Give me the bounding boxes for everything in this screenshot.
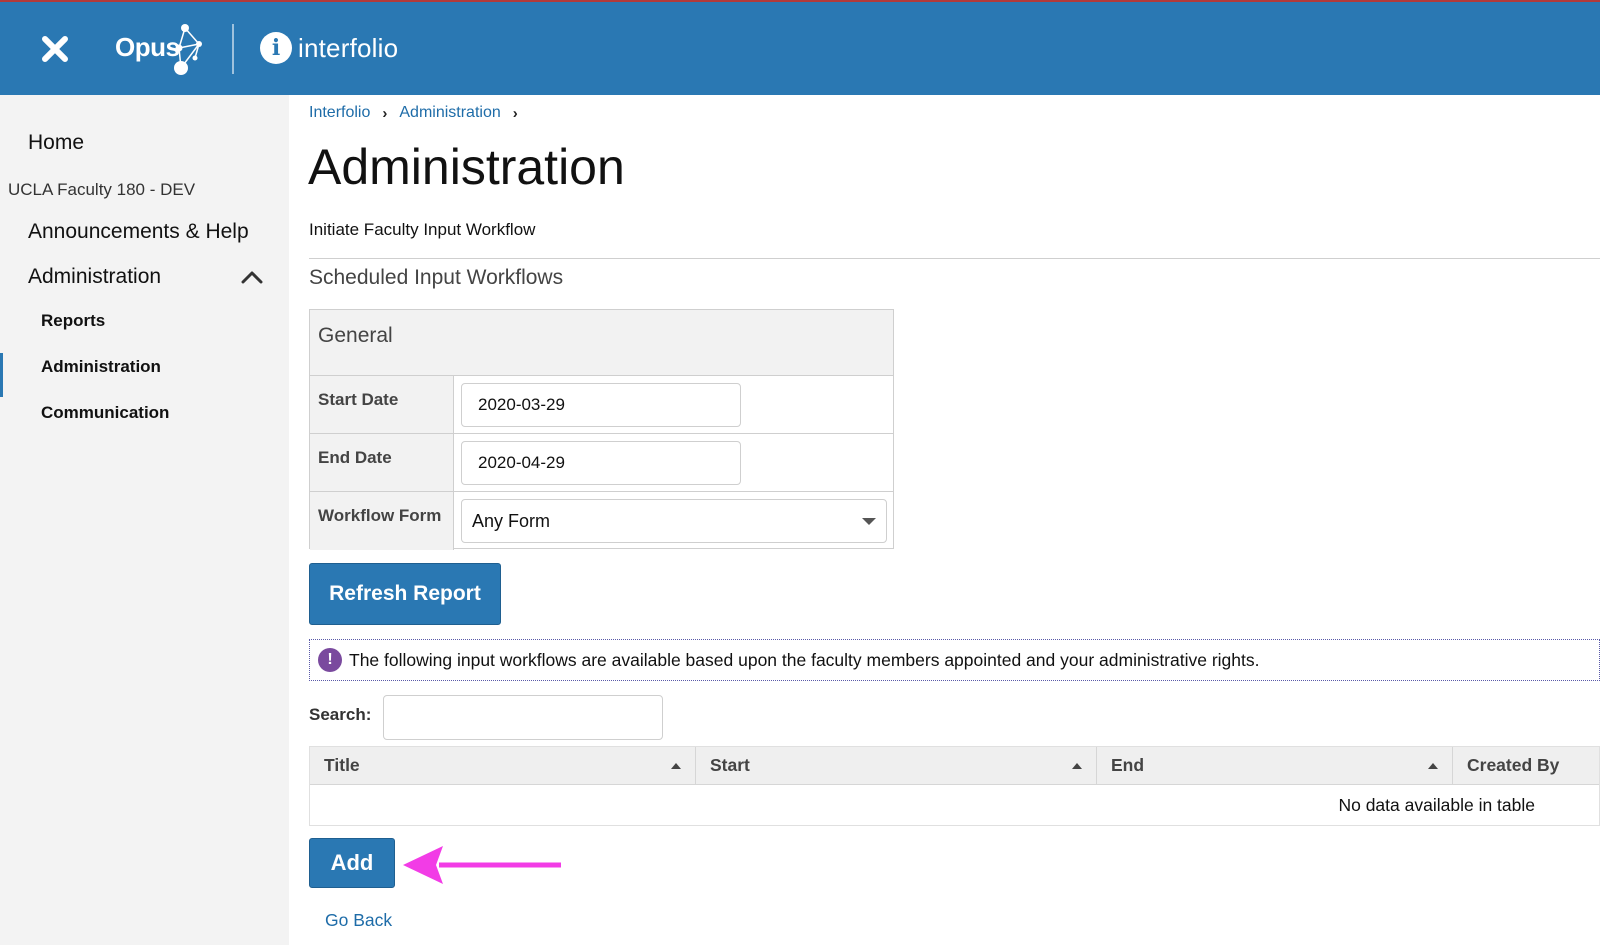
chevron-right-icon: › bbox=[512, 104, 518, 122]
chevron-up-icon[interactable] bbox=[240, 267, 264, 287]
workflow-form-label: Workflow Form bbox=[310, 492, 454, 550]
interfolio-brand-text: interfolio bbox=[298, 32, 399, 63]
exclamation-icon: ! bbox=[318, 648, 342, 672]
annotation-arrow-icon bbox=[403, 846, 561, 884]
filter-panel-header: General bbox=[310, 310, 893, 376]
opus-logo[interactable]: Opus bbox=[115, 20, 205, 78]
notice-text: The following input workflows are availa… bbox=[349, 650, 1260, 670]
end-date-label: End Date bbox=[310, 434, 454, 491]
go-back-link[interactable]: Go Back bbox=[325, 910, 392, 931]
page-title: Administration bbox=[308, 139, 625, 195]
header-divider bbox=[232, 24, 234, 74]
column-start-label: Start bbox=[710, 755, 750, 775]
column-title-label: Title bbox=[324, 755, 360, 775]
breadcrumb-administration[interactable]: Administration bbox=[399, 104, 500, 122]
refresh-report-button[interactable]: Refresh Report bbox=[309, 563, 501, 625]
chevron-right-icon: › bbox=[382, 104, 388, 122]
sidebar-subitem-communication[interactable]: Communication bbox=[41, 403, 169, 423]
divider bbox=[309, 258, 1600, 259]
info-notice: ! The following input workflows are avai… bbox=[309, 639, 1600, 681]
column-header-title[interactable]: Title bbox=[310, 747, 696, 785]
breadcrumb-interfolio[interactable]: Interfolio bbox=[309, 104, 370, 122]
sidebar: Home UCLA Faculty 180 - DEV Announcement… bbox=[0, 95, 289, 945]
end-date-row: End Date bbox=[310, 434, 893, 492]
end-date-input[interactable] bbox=[461, 441, 741, 485]
active-indicator bbox=[0, 353, 3, 397]
column-header-end[interactable]: End bbox=[1097, 747, 1453, 785]
filter-panel: General Start Date End Date Workflow For… bbox=[309, 309, 894, 550]
sidebar-item-administration[interactable]: Administration bbox=[28, 265, 268, 289]
table-empty-message: No data available in table bbox=[1338, 795, 1535, 815]
caret-down-icon bbox=[862, 518, 876, 525]
sort-asc-icon bbox=[1072, 763, 1082, 769]
workflow-form-selected: Any Form bbox=[472, 511, 551, 531]
start-date-row: Start Date bbox=[310, 376, 893, 434]
start-date-label: Start Date bbox=[310, 376, 454, 433]
column-created-by-label: Created By bbox=[1467, 755, 1560, 775]
section-title: Scheduled Input Workflows bbox=[309, 266, 564, 289]
search-label: Search: bbox=[309, 705, 372, 724]
opus-brand-text: Opus bbox=[115, 32, 180, 62]
info-icon: i bbox=[260, 32, 292, 64]
workflow-form-select[interactable]: Any Form bbox=[461, 499, 887, 543]
sidebar-subitem-administration[interactable]: Administration bbox=[41, 357, 161, 377]
workflows-table: Title Start End Created By No data avail… bbox=[309, 746, 1600, 826]
initiate-workflow-link[interactable]: Initiate Faculty Input Workflow bbox=[309, 220, 535, 240]
start-date-input[interactable] bbox=[461, 383, 741, 427]
filter-panel-title: General bbox=[318, 324, 393, 347]
close-icon[interactable] bbox=[36, 30, 74, 68]
breadcrumb: Interfolio › Administration › bbox=[309, 104, 530, 122]
workflow-form-row: Workflow Form Any Form bbox=[310, 492, 893, 550]
sidebar-subitem-reports[interactable]: Reports bbox=[41, 311, 105, 331]
table-header: Title Start End Created By bbox=[310, 747, 1599, 785]
column-header-start[interactable]: Start bbox=[696, 747, 1097, 785]
top-bar: Opus i interfolio bbox=[0, 0, 1600, 95]
column-end-label: End bbox=[1111, 755, 1145, 775]
sidebar-org-name: UCLA Faculty 180 - DEV bbox=[8, 180, 196, 199]
sort-asc-icon bbox=[671, 763, 681, 769]
network-graph-icon bbox=[174, 24, 202, 75]
sort-asc-icon bbox=[1428, 763, 1438, 769]
add-button[interactable]: Add bbox=[309, 838, 395, 888]
column-header-created-by[interactable]: Created By bbox=[1453, 747, 1599, 785]
interfolio-logo[interactable]: i interfolio bbox=[260, 30, 398, 66]
sidebar-item-announcements[interactable]: Announcements & Help bbox=[28, 220, 249, 244]
search-input[interactable] bbox=[383, 695, 663, 740]
sidebar-item-home[interactable]: Home bbox=[28, 131, 84, 155]
